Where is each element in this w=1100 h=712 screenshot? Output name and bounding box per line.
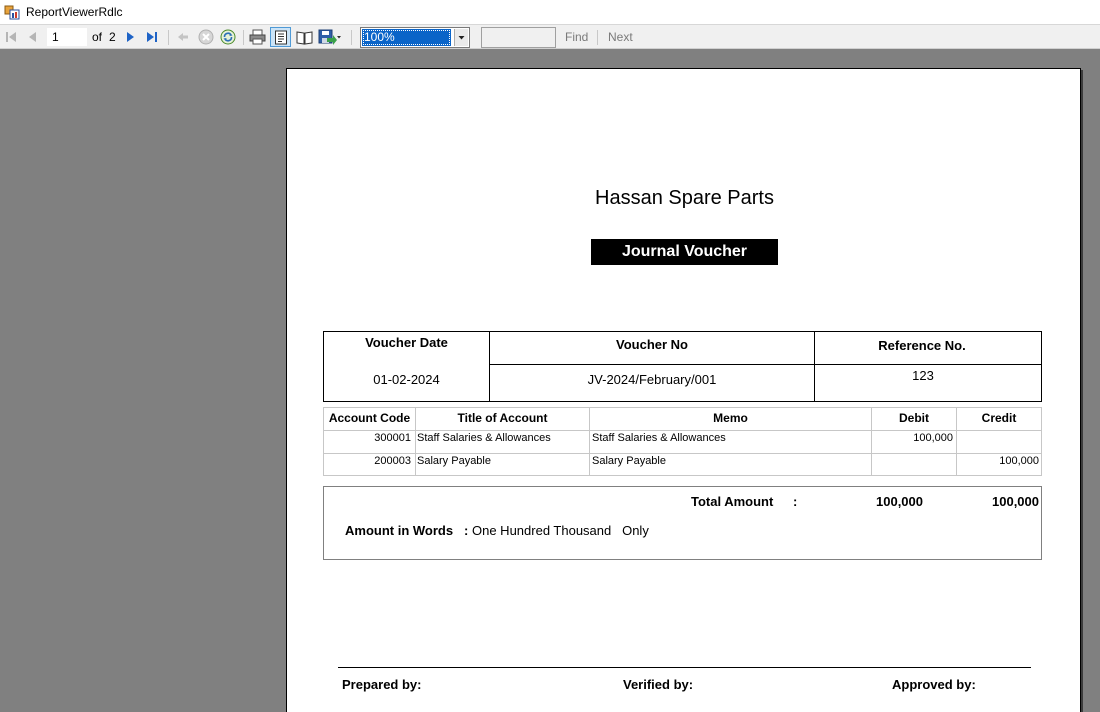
next-page-icon[interactable] [122,28,138,46]
first-page-icon[interactable] [3,28,19,46]
column-header: Memo [713,411,748,425]
memo-cell: Salary Payable [592,455,666,467]
total-debit: 100,000 [876,494,923,509]
account-title-cell: Salary Payable [417,455,491,467]
company-name: Hassan Spare Parts [595,187,774,209]
voucher-no-value: JV-2024/February/001 [587,372,717,387]
voucher-title: Journal Voucher [591,239,778,265]
credit-cell: 100,000 [999,455,1039,467]
amount-in-words-label: Amount in Words [345,523,454,538]
reference-no-label: Reference No. [878,338,966,353]
memo-cell: Staff Salaries & Allowances [592,432,726,444]
account-title-cell: Staff Salaries & Allowances [417,432,551,444]
column-header: Title of Account [457,411,548,425]
page-number-input[interactable]: 1 [47,28,87,46]
account-code-cell: 200003 [374,455,411,467]
voucher-no-label: Voucher No [616,337,688,352]
reference-no-value: 123 [912,368,934,383]
stop-icon[interactable] [197,28,215,46]
approved-by-label: Approved by: [892,677,976,692]
column-header: Account Code [328,411,411,425]
voucher-date-label: Voucher Date [365,335,448,350]
account-code-cell: 300001 [374,432,411,444]
back-icon[interactable] [175,28,191,46]
report-viewer[interactable]: Hassan Spare Parts Journal Voucher Vouch… [0,49,1100,712]
verified-by-label: Verified by: [623,677,694,692]
find-input[interactable] [481,27,556,48]
signature-line [338,667,1031,668]
chevron-down-icon[interactable] [454,29,468,46]
total-amount-colon: : [793,494,798,509]
page-setup-icon[interactable] [295,28,313,46]
window-title: ReportViewerRdlc [26,5,123,19]
report-page: Hassan Spare Parts Journal Voucher Vouch… [286,68,1081,712]
column-header: Debit [899,411,929,425]
voucher-header-table: Voucher Date Voucher No Reference No. 01… [323,331,1042,402]
zoom-select[interactable]: 100% [360,27,470,48]
amount-in-words-value: One Hundred Thousand Only [472,523,649,538]
voucher-date-value: 01-02-2024 [373,372,440,387]
total-amount-label: Total Amount [691,494,774,509]
report-toolbar: 1 of 2 100% Find Next [0,24,1100,49]
column-header: Credit [981,411,1017,425]
totals-box: Total Amount : 100,000 100,000 Amount in… [323,486,1042,560]
total-credit: 100,000 [992,494,1039,509]
voucher-detail-table: Account Code Title of Account Memo Debit… [323,407,1042,476]
find-button[interactable]: Find [565,28,588,46]
previous-page-icon[interactable] [25,28,41,46]
prepared-by-label: Prepared by: [342,677,422,692]
title-bar: ReportViewerRdlc [0,0,1100,24]
debit-cell: 100,000 [913,432,953,444]
print-icon[interactable] [248,28,266,46]
amount-in-words-colon: : [464,523,469,538]
zoom-value: 100% [362,29,451,46]
app-icon [4,4,20,20]
print-layout-icon[interactable] [270,27,291,47]
last-page-icon[interactable] [144,28,160,46]
next-button[interactable]: Next [608,28,633,46]
refresh-icon[interactable] [219,28,237,46]
page-total-label: 2 [109,30,116,44]
export-icon[interactable] [317,28,343,46]
page-of-label: of [92,30,103,44]
